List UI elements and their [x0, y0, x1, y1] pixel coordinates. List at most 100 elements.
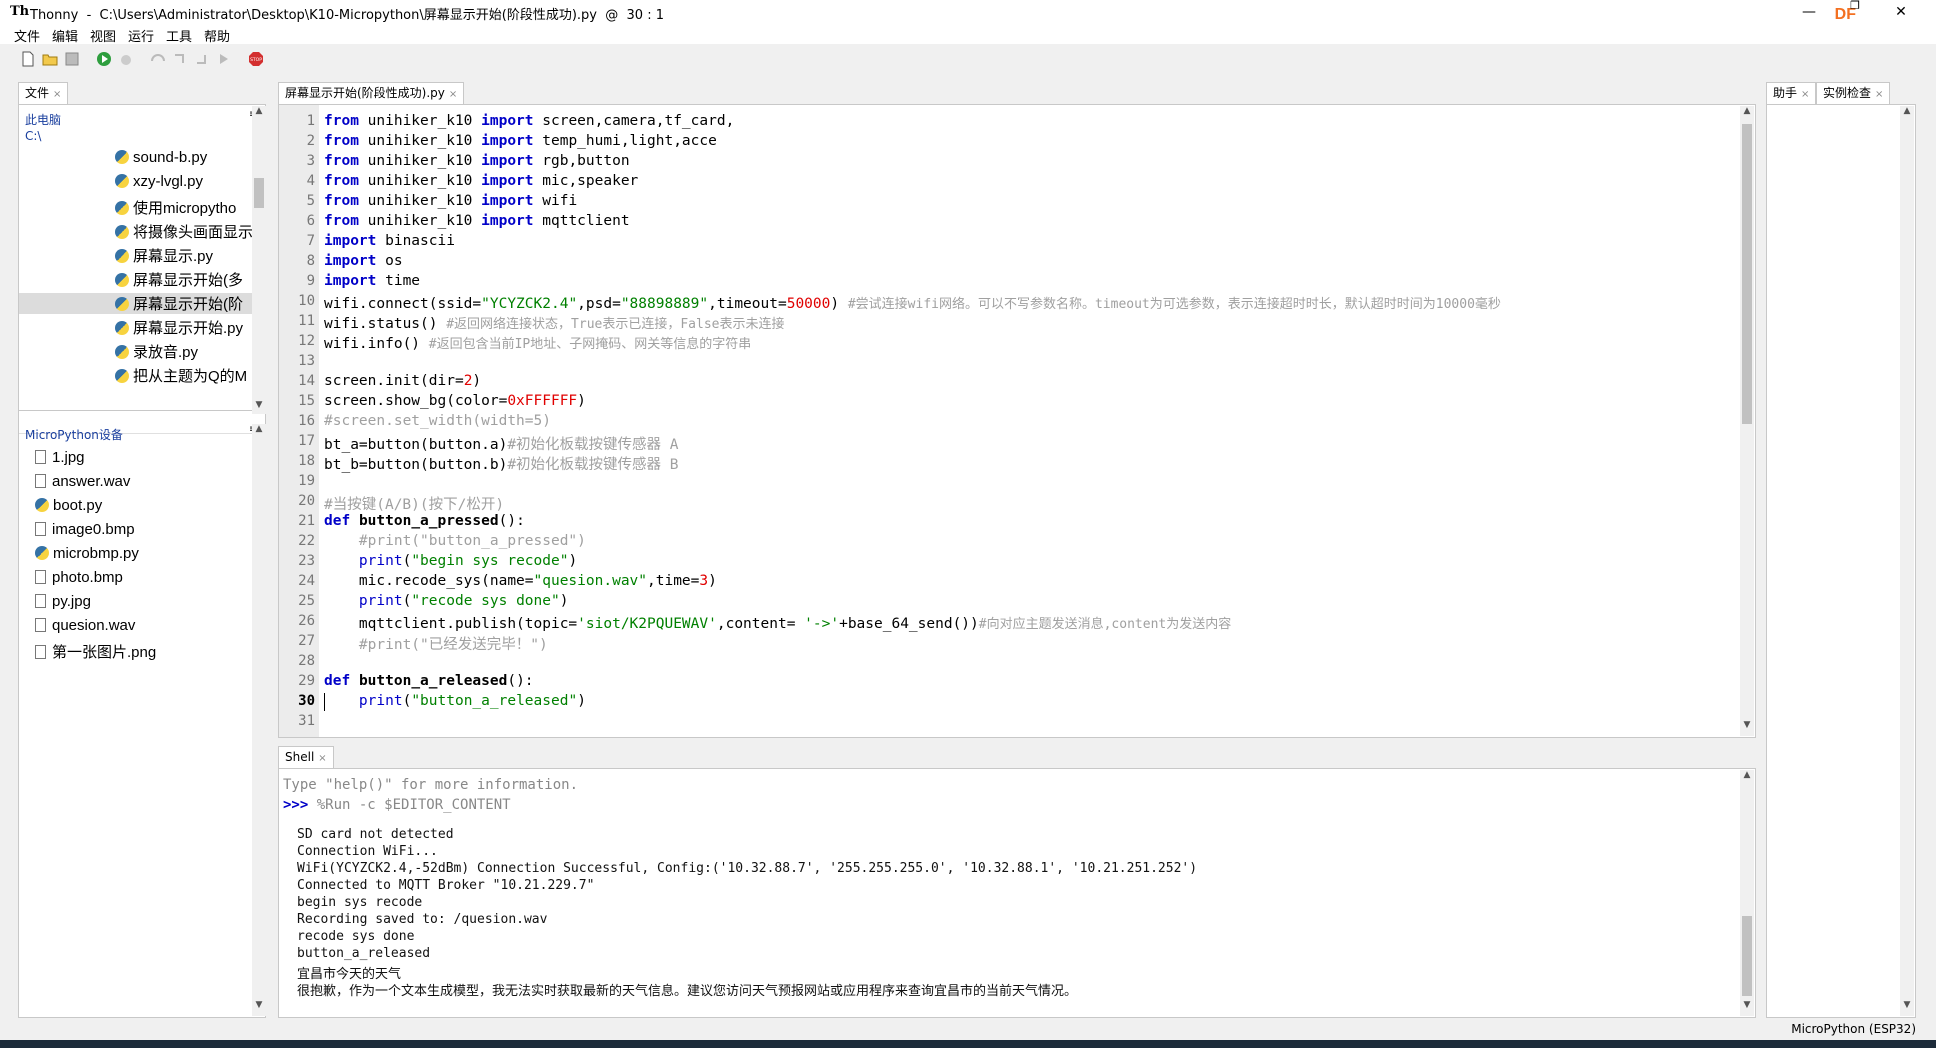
device-file-item[interactable]: quesion.wav	[35, 617, 135, 634]
resume-icon[interactable]	[216, 51, 232, 67]
editor-scrollbar[interactable]: ▲ ▼	[1740, 106, 1754, 736]
code-line-25[interactable]: print("recode sys done")	[324, 593, 569, 609]
code-line-4[interactable]: from unihiker_k10 import mic,speaker	[324, 173, 638, 189]
code-line-5[interactable]: from unihiker_k10 import wifi	[324, 193, 577, 209]
code-line-9[interactable]: import time	[324, 273, 420, 289]
line-number: 4	[306, 173, 315, 189]
status-bar: MicroPython (ESP32)	[0, 1018, 1936, 1040]
assistant-panel	[1766, 104, 1916, 1018]
code-line-1[interactable]: from unihiker_k10 import screen,camera,t…	[324, 113, 734, 129]
code-line-20[interactable]: #当按键(A/B)(按下/松开)	[324, 493, 504, 514]
file-icon	[35, 594, 46, 608]
line-number: 6	[306, 213, 315, 229]
line-number: 20	[298, 493, 315, 509]
tab-files[interactable]: 文件 ×	[18, 82, 69, 104]
files-scrollbar[interactable]: ▲ ▼	[252, 106, 266, 414]
computer-file-item[interactable]: 录放音.py	[115, 341, 265, 362]
interpreter-status[interactable]: MicroPython (ESP32)	[1791, 1022, 1916, 1036]
python-file-icon	[115, 150, 129, 164]
code-line-11[interactable]: wifi.status() #返回网络连接状态，True表示已连接，False表…	[324, 313, 785, 332]
code-line-8[interactable]: import os	[324, 253, 403, 269]
shell-output-line: WiFi(YCYZCK2.4,-52dBm) Connection Succes…	[297, 861, 1198, 876]
files-panel: 此电脑 ≡ C:\ sound-b.pyxzy-lvgl.py使用micropy…	[18, 104, 266, 1018]
shell-panel[interactable]: Type "help()" for more information. >>> …	[278, 768, 1756, 1018]
code-line-3[interactable]: from unihiker_k10 import rgb,button	[324, 153, 630, 169]
shell-output-line: button_a_released	[297, 946, 431, 961]
menu-file[interactable]: 文件	[14, 26, 40, 45]
menu-edit[interactable]: 编辑	[52, 26, 78, 45]
device-file-item[interactable]: 第一张图片.png	[35, 641, 156, 662]
title-bar: Th Thonny - C:\Users\Administrator\Deskt…	[0, 0, 1936, 24]
line-number: 11	[298, 313, 315, 329]
run-icon[interactable]	[96, 51, 112, 67]
line-number: 29	[298, 673, 315, 689]
shell-output-line: 很抱歉，作为一个文本生成模型，我无法实时获取最新的天气信息。建议您访问天气预报网…	[297, 984, 1078, 999]
code-editor[interactable]: 1 2 3 4 5 6 7 8 9 10 11 12 13 14 15 16 17 18 19 20 21 22 23 24 2…	[278, 104, 1756, 738]
computer-file-item[interactable]: sound-b.py	[115, 149, 265, 166]
device-file-item[interactable]: 1.jpg	[35, 449, 85, 466]
code-line-21[interactable]: def button_a_pressed():	[324, 513, 525, 529]
computer-file-item[interactable]: xzy-lvgl.py	[115, 173, 265, 190]
close-button[interactable]: ✕	[1878, 0, 1924, 24]
menu-tools[interactable]: 工具	[166, 26, 192, 45]
file-icon	[35, 618, 46, 632]
device-file-item[interactable]: image0.bmp	[35, 521, 135, 538]
menu-help[interactable]: 帮助	[204, 26, 230, 45]
assistant-scrollbar[interactable]: ▲ ▼	[1900, 106, 1914, 1016]
code-line-17[interactable]: bt_a=button(button.a)#初始化板载按键传感器 A	[324, 433, 679, 454]
code-line-2[interactable]: from unihiker_k10 import temp_humi,light…	[324, 133, 717, 149]
drive-label[interactable]: C:\	[25, 129, 41, 143]
python-file-icon	[115, 249, 129, 263]
code-line-22[interactable]: #print("button_a_pressed")	[324, 533, 586, 549]
computer-file-item[interactable]: 屏幕显示.py	[115, 245, 265, 266]
code-line-30[interactable]: print("button_a_released")	[324, 693, 586, 709]
tab-object-inspector[interactable]: 实例检查 ×	[1816, 82, 1891, 104]
code-line-12[interactable]: wifi.info() #返回包含当前IP地址、子网掩码、网关等信息的字符串	[324, 333, 751, 352]
tab-assistant[interactable]: 助手 ×	[1766, 82, 1817, 104]
minimize-button[interactable]: —	[1786, 0, 1832, 24]
debug-icon[interactable]	[118, 51, 134, 67]
save-icon[interactable]	[64, 51, 80, 67]
device-file-item[interactable]: microbmp.py	[35, 545, 139, 562]
new-file-icon[interactable]	[20, 51, 36, 67]
code-line-26[interactable]: mqttclient.publish(topic='siot/K2PQUEWAV…	[324, 613, 1231, 632]
computer-file-item[interactable]: 屏幕显示开始(阶	[19, 293, 265, 314]
code-line-7[interactable]: import binascii	[324, 233, 455, 249]
code-line-24[interactable]: mic.recode_sys(name="quesion.wav",time=3…	[324, 573, 717, 589]
step-into-icon[interactable]	[172, 51, 188, 67]
device-file-item[interactable]: boot.py	[35, 497, 102, 514]
line-number: 16	[298, 413, 315, 429]
restore-button[interactable]: ❐	[1832, 0, 1878, 18]
line-number: 3	[306, 153, 315, 169]
step-out-icon[interactable]	[194, 51, 210, 67]
code-line-16[interactable]: #screen.set_width(width=5)	[324, 413, 551, 429]
stop-icon[interactable]: STOP	[248, 51, 264, 67]
device-files-scrollbar[interactable]: ▲ ▼	[252, 424, 266, 1016]
step-over-icon[interactable]	[150, 51, 166, 67]
computer-file-item[interactable]: 把从主题为Q的M	[115, 365, 265, 386]
code-line-18[interactable]: bt_b=button(button.b)#初始化板载按键传感器 B	[324, 453, 679, 474]
device-file-item[interactable]: py.jpg	[35, 593, 91, 610]
menu-run[interactable]: 运行	[128, 26, 154, 45]
open-folder-icon[interactable]	[42, 51, 58, 67]
code-line-6[interactable]: from unihiker_k10 import mqttclient	[324, 213, 630, 229]
python-file-icon	[115, 297, 129, 311]
code-line-23[interactable]: print("begin sys recode")	[324, 553, 577, 569]
device-file-item[interactable]: answer.wav	[35, 473, 130, 490]
computer-file-item[interactable]: 屏幕显示开始.py	[115, 317, 265, 338]
computer-file-item[interactable]: 将摄像头画面显示	[115, 221, 265, 242]
shell-scrollbar[interactable]: ▲ ▼	[1740, 770, 1754, 1016]
computer-file-item[interactable]: 屏幕显示开始(多	[115, 269, 265, 290]
code-line-15[interactable]: screen.show_bg(color=0xFFFFFF)	[324, 393, 586, 409]
code-line-29[interactable]: def button_a_released():	[324, 673, 534, 689]
tab-shell[interactable]: Shell ×	[278, 746, 334, 768]
menu-view[interactable]: 视图	[90, 26, 116, 45]
code-line-14[interactable]: screen.init(dir=2)	[324, 373, 481, 389]
thonny-app-icon: Th	[10, 4, 30, 19]
code-line-10[interactable]: wifi.connect(ssid="YCYZCK2.4",psd="88898…	[324, 293, 1501, 312]
tab-editor-file[interactable]: 屏幕显示开始(阶段性成功).py ×	[278, 82, 465, 104]
python-file-icon	[115, 201, 129, 215]
code-line-27[interactable]: #print("已经发送完毕！")	[324, 633, 548, 654]
device-file-item[interactable]: photo.bmp	[35, 569, 123, 586]
computer-file-item[interactable]: 使用micropytho	[115, 197, 265, 218]
